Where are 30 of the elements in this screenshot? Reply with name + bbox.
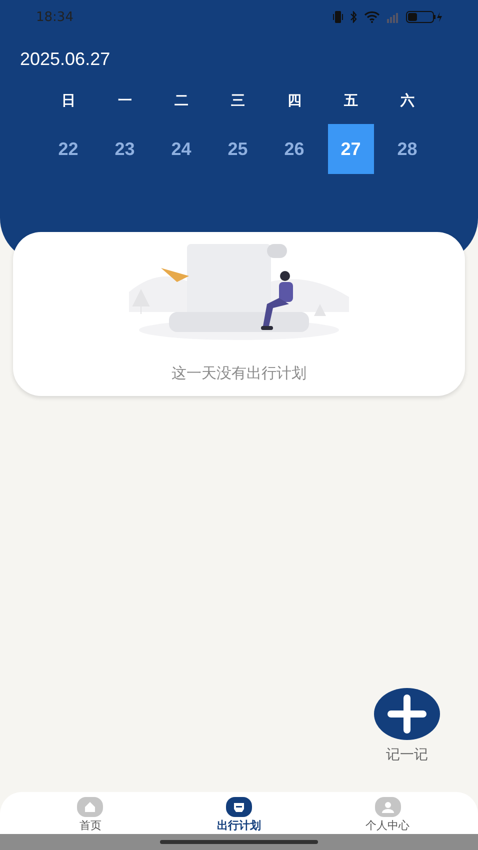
empty-message: 这一天没有出行计划	[172, 364, 306, 383]
day-button[interactable]: 23	[102, 124, 148, 174]
vibrate-icon	[333, 11, 343, 23]
weekday-label: 六	[399, 92, 416, 110]
day-button[interactable]: 25	[214, 124, 261, 174]
wifi-icon	[364, 11, 380, 23]
weekday-label: 三	[230, 92, 246, 110]
day-button[interactable]: 26	[271, 124, 318, 174]
signal-icon	[387, 11, 399, 23]
battery-icon	[406, 11, 444, 23]
plan-icon	[226, 797, 252, 817]
bluetooth-icon	[350, 11, 357, 23]
tab-item[interactable]: 首页	[16, 792, 165, 834]
weekday-label: 二	[173, 92, 190, 110]
weekday-label: 五	[342, 92, 359, 110]
current-date: 2025.06.27	[20, 49, 112, 70]
day-button[interactable]: 24	[158, 124, 204, 174]
weekday-label: 四	[286, 92, 302, 110]
tab-item[interactable]: 出行计划	[164, 792, 314, 834]
profile-icon	[374, 797, 401, 817]
plus-icon	[387, 694, 427, 734]
weekday-label: 日	[60, 92, 76, 110]
day-button[interactable]: 27	[328, 124, 374, 174]
day-button[interactable]: 22	[45, 124, 92, 174]
status-time: 18:34	[36, 10, 74, 24]
weekday-label: 一	[116, 92, 133, 110]
add-label: 记一记	[386, 746, 428, 764]
tab-item[interactable]: 个人中心	[313, 792, 462, 834]
day-button[interactable]: 28	[384, 124, 430, 174]
home-icon	[77, 797, 104, 817]
